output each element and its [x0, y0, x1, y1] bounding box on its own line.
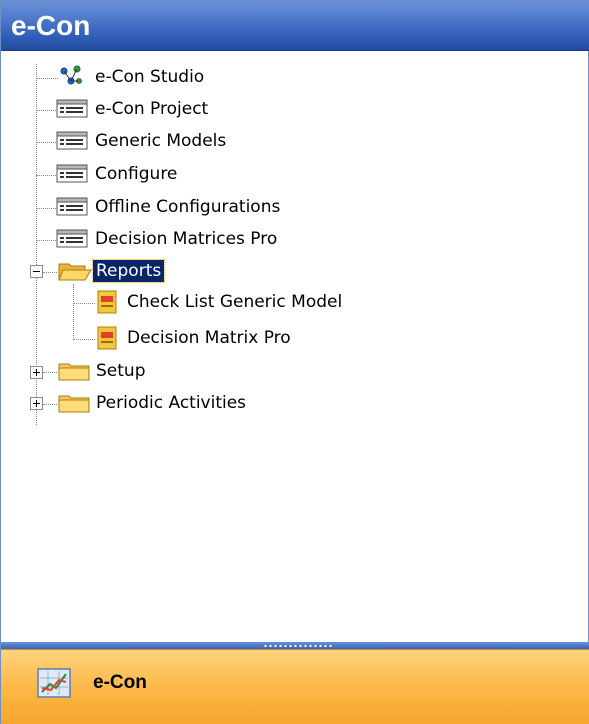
pane-header: e-Con	[1, 1, 589, 51]
report-icon	[95, 289, 119, 319]
tree-item-generic-models[interactable]: Generic Models	[56, 128, 356, 156]
tree-item-decision-matrices-pro[interactable]: Decision Matrices Pro	[56, 226, 386, 254]
tree-connector	[36, 110, 56, 111]
tree-connector	[43, 272, 57, 273]
tree-connector	[36, 78, 58, 79]
tree-item-label: Check List Generic Model	[127, 292, 343, 312]
tree-item-label: Generic Models	[95, 131, 227, 151]
list-window-icon	[56, 96, 88, 124]
tree-item-label: Setup	[96, 361, 146, 381]
navigation-pane: e-Con e-Con Studio e-Con Project Generic…	[0, 0, 589, 724]
folder-open-icon	[57, 258, 93, 288]
tree-item-label: e-Con Project	[95, 99, 209, 119]
tree-item-label: Offline Configurations	[95, 197, 281, 217]
network-icon	[59, 64, 83, 92]
tree-item-label: e-Con Studio	[95, 67, 205, 87]
navigation-button-econ[interactable]: e-Con	[1, 649, 589, 724]
tree-item-label: Decision Matrix Pro	[127, 328, 291, 348]
list-window-icon	[56, 226, 88, 254]
folder-icon	[57, 390, 93, 420]
tree-item-configure[interactable]: Configure	[56, 161, 356, 189]
collapse-toggle-reports[interactable]	[30, 265, 43, 278]
pane-title: e-Con	[11, 10, 91, 41]
tree-item-label: Periodic Activities	[96, 393, 247, 413]
tree-connector	[43, 404, 57, 405]
report-icon	[95, 325, 119, 355]
tree-connector	[73, 303, 95, 304]
folder-icon	[57, 358, 93, 388]
tree-item-reports[interactable]: Reports	[57, 258, 357, 286]
tree-item-check-list-generic-model[interactable]: Check List Generic Model	[95, 289, 415, 317]
list-window-icon	[56, 161, 88, 189]
navigation-tree: e-Con Studio e-Con Project Generic Model…	[1, 52, 589, 632]
expand-toggle-periodic-activities[interactable]	[30, 397, 43, 410]
tree-item-setup[interactable]: Setup	[57, 358, 357, 386]
tree-item-econ-studio[interactable]: e-Con Studio	[59, 64, 359, 92]
tree-connector	[36, 142, 56, 143]
tree-item-offline-configurations[interactable]: Offline Configurations	[56, 194, 386, 222]
chart-window-icon	[37, 668, 71, 702]
tree-item-label: Reports	[91, 259, 166, 283]
list-window-icon	[56, 194, 88, 222]
tree-connector	[43, 372, 57, 373]
expand-toggle-setup[interactable]	[30, 366, 43, 379]
tree-connector	[36, 208, 56, 209]
tree-item-econ-project[interactable]: e-Con Project	[56, 96, 356, 124]
tree-item-decision-matrix-pro[interactable]: Decision Matrix Pro	[95, 325, 415, 353]
tree-item-periodic-activities[interactable]: Periodic Activities	[57, 390, 387, 418]
tree-connector	[36, 240, 56, 241]
navigation-button-label: e-Con	[93, 672, 147, 693]
tree-connector	[73, 284, 74, 340]
tree-item-label: Configure	[95, 164, 178, 184]
list-window-icon	[56, 128, 88, 156]
tree-item-label: Decision Matrices Pro	[95, 229, 278, 249]
tree-connector	[36, 175, 56, 176]
tree-connector	[73, 339, 95, 340]
